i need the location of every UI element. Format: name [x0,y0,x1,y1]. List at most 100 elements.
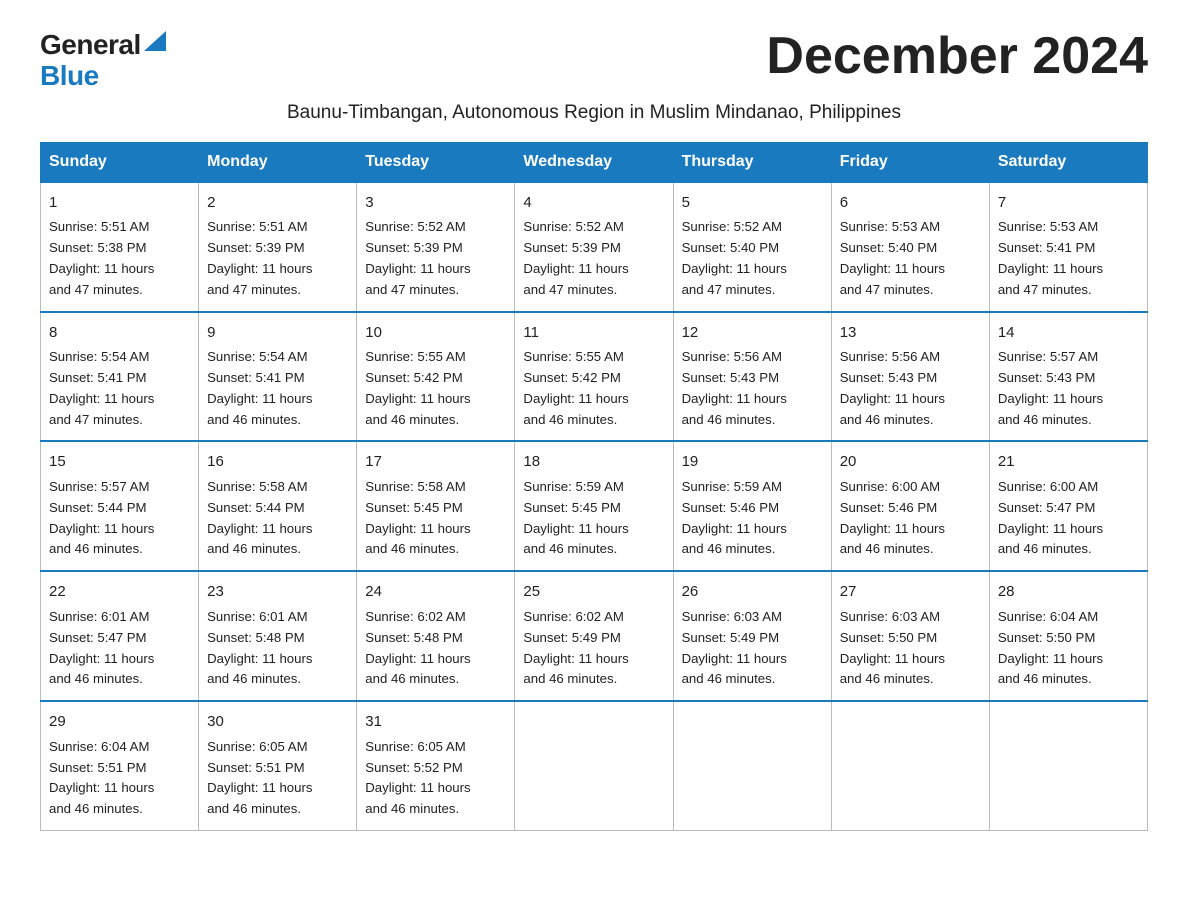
day-number: 2 [207,191,348,214]
calendar-header-row: SundayMondayTuesdayWednesdayThursdayFrid… [41,142,1148,182]
day-number: 6 [840,191,981,214]
day-number: 10 [365,321,506,344]
week-row-1: 1 Sunrise: 5:51 AMSunset: 5:38 PMDayligh… [41,182,1148,312]
calendar-cell: 2 Sunrise: 5:51 AMSunset: 5:39 PMDayligh… [199,182,357,312]
day-number: 1 [49,191,190,214]
header-thursday: Thursday [673,142,831,182]
day-number: 8 [49,321,190,344]
calendar-cell: 4 Sunrise: 5:52 AMSunset: 5:39 PMDayligh… [515,182,673,312]
calendar-cell: 29 Sunrise: 6:04 AMSunset: 5:51 PMDaylig… [41,701,199,830]
calendar-cell: 7 Sunrise: 5:53 AMSunset: 5:41 PMDayligh… [989,182,1147,312]
day-number: 13 [840,321,981,344]
calendar-cell: 19 Sunrise: 5:59 AMSunset: 5:46 PMDaylig… [673,441,831,571]
calendar-cell: 6 Sunrise: 5:53 AMSunset: 5:40 PMDayligh… [831,182,989,312]
calendar-cell: 3 Sunrise: 5:52 AMSunset: 5:39 PMDayligh… [357,182,515,312]
header-saturday: Saturday [989,142,1147,182]
month-title: December 2024 [766,30,1148,82]
day-number: 28 [998,580,1139,603]
day-number: 27 [840,580,981,603]
day-number: 19 [682,450,823,473]
calendar-cell: 28 Sunrise: 6:04 AMSunset: 5:50 PMDaylig… [989,571,1147,701]
day-info: Sunrise: 5:55 AMSunset: 5:42 PMDaylight:… [365,349,470,427]
day-number: 4 [523,191,664,214]
day-info: Sunrise: 5:54 AMSunset: 5:41 PMDaylight:… [49,349,154,427]
day-number: 9 [207,321,348,344]
header-tuesday: Tuesday [357,142,515,182]
day-number: 7 [998,191,1139,214]
day-info: Sunrise: 6:01 AMSunset: 5:48 PMDaylight:… [207,609,312,687]
calendar-cell: 31 Sunrise: 6:05 AMSunset: 5:52 PMDaylig… [357,701,515,830]
day-info: Sunrise: 5:51 AMSunset: 5:39 PMDaylight:… [207,219,312,297]
day-info: Sunrise: 6:04 AMSunset: 5:50 PMDaylight:… [998,609,1103,687]
calendar-cell: 17 Sunrise: 5:58 AMSunset: 5:45 PMDaylig… [357,441,515,571]
calendar-cell: 5 Sunrise: 5:52 AMSunset: 5:40 PMDayligh… [673,182,831,312]
calendar-cell [989,701,1147,830]
calendar-cell: 14 Sunrise: 5:57 AMSunset: 5:43 PMDaylig… [989,312,1147,442]
day-info: Sunrise: 5:56 AMSunset: 5:43 PMDaylight:… [840,349,945,427]
calendar-cell: 1 Sunrise: 5:51 AMSunset: 5:38 PMDayligh… [41,182,199,312]
week-row-3: 15 Sunrise: 5:57 AMSunset: 5:44 PMDaylig… [41,441,1148,571]
day-info: Sunrise: 5:52 AMSunset: 5:40 PMDaylight:… [682,219,787,297]
day-number: 22 [49,580,190,603]
calendar-cell: 10 Sunrise: 5:55 AMSunset: 5:42 PMDaylig… [357,312,515,442]
day-info: Sunrise: 5:57 AMSunset: 5:44 PMDaylight:… [49,479,154,557]
calendar-cell: 20 Sunrise: 6:00 AMSunset: 5:46 PMDaylig… [831,441,989,571]
day-info: Sunrise: 5:59 AMSunset: 5:46 PMDaylight:… [682,479,787,557]
day-number: 21 [998,450,1139,473]
day-info: Sunrise: 5:54 AMSunset: 5:41 PMDaylight:… [207,349,312,427]
day-number: 14 [998,321,1139,344]
day-number: 12 [682,321,823,344]
week-row-4: 22 Sunrise: 6:01 AMSunset: 5:47 PMDaylig… [41,571,1148,701]
day-number: 11 [523,321,664,344]
day-number: 17 [365,450,506,473]
day-number: 25 [523,580,664,603]
calendar-cell: 27 Sunrise: 6:03 AMSunset: 5:50 PMDaylig… [831,571,989,701]
calendar-cell: 25 Sunrise: 6:02 AMSunset: 5:49 PMDaylig… [515,571,673,701]
day-info: Sunrise: 5:58 AMSunset: 5:44 PMDaylight:… [207,479,312,557]
day-info: Sunrise: 5:53 AMSunset: 5:41 PMDaylight:… [998,219,1103,297]
header-wednesday: Wednesday [515,142,673,182]
calendar-cell: 8 Sunrise: 5:54 AMSunset: 5:41 PMDayligh… [41,312,199,442]
day-number: 23 [207,580,348,603]
day-info: Sunrise: 5:55 AMSunset: 5:42 PMDaylight:… [523,349,628,427]
calendar-cell [831,701,989,830]
day-info: Sunrise: 6:01 AMSunset: 5:47 PMDaylight:… [49,609,154,687]
calendar-cell: 21 Sunrise: 6:00 AMSunset: 5:47 PMDaylig… [989,441,1147,571]
calendar-cell [515,701,673,830]
day-number: 16 [207,450,348,473]
day-info: Sunrise: 6:00 AMSunset: 5:46 PMDaylight:… [840,479,945,557]
day-info: Sunrise: 6:05 AMSunset: 5:51 PMDaylight:… [207,739,312,817]
day-info: Sunrise: 6:03 AMSunset: 5:49 PMDaylight:… [682,609,787,687]
day-info: Sunrise: 6:00 AMSunset: 5:47 PMDaylight:… [998,479,1103,557]
day-info: Sunrise: 6:03 AMSunset: 5:50 PMDaylight:… [840,609,945,687]
day-number: 31 [365,710,506,733]
header-monday: Monday [199,142,357,182]
header-friday: Friday [831,142,989,182]
calendar-cell: 26 Sunrise: 6:03 AMSunset: 5:49 PMDaylig… [673,571,831,701]
day-number: 15 [49,450,190,473]
calendar-subtitle: Baunu-Timbangan, Autonomous Region in Mu… [40,102,1148,124]
day-info: Sunrise: 5:59 AMSunset: 5:45 PMDaylight:… [523,479,628,557]
calendar-cell: 24 Sunrise: 6:02 AMSunset: 5:48 PMDaylig… [357,571,515,701]
day-number: 5 [682,191,823,214]
calendar-cell: 13 Sunrise: 5:56 AMSunset: 5:43 PMDaylig… [831,312,989,442]
day-number: 24 [365,580,506,603]
day-info: Sunrise: 5:51 AMSunset: 5:38 PMDaylight:… [49,219,154,297]
calendar-cell: 9 Sunrise: 5:54 AMSunset: 5:41 PMDayligh… [199,312,357,442]
day-number: 20 [840,450,981,473]
day-info: Sunrise: 6:04 AMSunset: 5:51 PMDaylight:… [49,739,154,817]
calendar-cell: 16 Sunrise: 5:58 AMSunset: 5:44 PMDaylig… [199,441,357,571]
page-header: General Blue December 2024 [40,30,1148,92]
day-number: 18 [523,450,664,473]
day-number: 26 [682,580,823,603]
calendar-cell: 23 Sunrise: 6:01 AMSunset: 5:48 PMDaylig… [199,571,357,701]
day-number: 30 [207,710,348,733]
day-number: 29 [49,710,190,733]
day-info: Sunrise: 5:52 AMSunset: 5:39 PMDaylight:… [365,219,470,297]
calendar-cell: 12 Sunrise: 5:56 AMSunset: 5:43 PMDaylig… [673,312,831,442]
week-row-5: 29 Sunrise: 6:04 AMSunset: 5:51 PMDaylig… [41,701,1148,830]
day-info: Sunrise: 5:58 AMSunset: 5:45 PMDaylight:… [365,479,470,557]
week-row-2: 8 Sunrise: 5:54 AMSunset: 5:41 PMDayligh… [41,312,1148,442]
day-number: 3 [365,191,506,214]
logo-triangle-icon [144,31,166,51]
